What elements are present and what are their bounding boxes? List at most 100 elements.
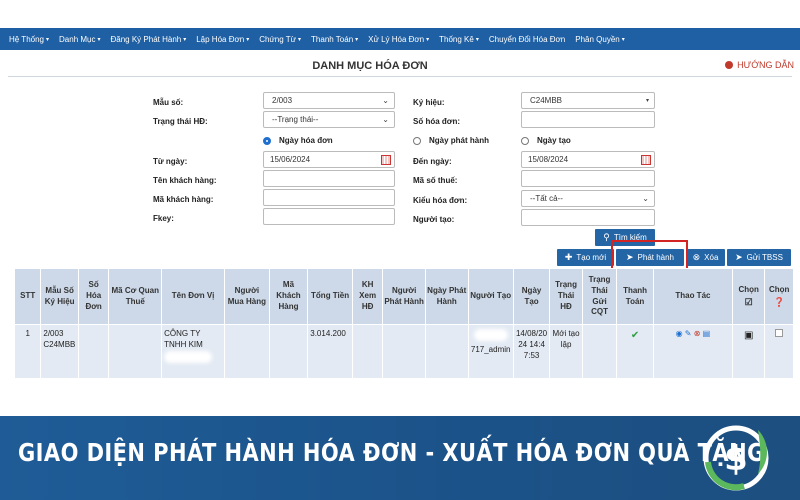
caret-down-icon: ▾ (645, 98, 649, 104)
tu-ngay-input[interactable]: 15/06/2024 (263, 151, 395, 168)
ky-hieu-label: Ký hiệu: (413, 98, 445, 107)
cell-thao-tac: ◉ ✎ ⊗ ▤ (652, 324, 733, 379)
mau-so-select[interactable]: 2/003 ⌄ (263, 92, 395, 109)
fkey-input[interactable] (263, 208, 395, 225)
menu-label: Phân Quyền (575, 34, 620, 44)
trang-thai-label: Trạng thái HĐ: (153, 117, 208, 126)
col-so-hoa-don: Số Hóa Đơn (77, 268, 110, 325)
footer-banner: GIAO DIỆN PHÁT HÀNH HÓA ĐƠN - XUẤT HÓA Đ… (0, 416, 800, 500)
delete-icon[interactable]: ⊗ (694, 329, 701, 338)
view-icon[interactable]: ◉ (676, 329, 683, 338)
check-icon: ✔ (616, 324, 654, 379)
menu-label: Hệ Thống (9, 34, 44, 44)
mau-so-value: 2/003 (272, 96, 293, 105)
calendar-icon[interactable] (641, 155, 651, 165)
trang-thai-select[interactable]: --Trạng thái-- ⌄ (263, 111, 395, 128)
radio-label: Ngày tạo (537, 136, 571, 145)
cell-mau-so: 2/003 C24MBB (40, 324, 79, 379)
menu-dang-ky-phat-hanh[interactable]: Đăng Ký Phát Hành ▾ (106, 35, 192, 44)
so-hoa-don-input[interactable] (521, 111, 655, 128)
radio-ngay-hoa-don[interactable]: Ngày hóa đơn (263, 136, 333, 145)
table-row[interactable]: 1 2/003 C24MBB CÔNG TY TNHH KIM 3.014.20… (13, 324, 794, 379)
caret-down-icon: ▾ (475, 36, 479, 43)
caret-down-icon: ▾ (298, 36, 302, 43)
col-label: Chọn (769, 285, 790, 295)
col-ngay-tao: Ngày Tạo (512, 268, 551, 325)
cell-nguoi-phat-hanh (382, 324, 426, 379)
col-nguoi-mua-hang: Người Mua Hàng (224, 268, 270, 325)
invoice-table: STT Mẫu Số Ký Hiệu Số Hóa Đơn Mã Cơ Quan… (13, 268, 794, 379)
checkbox-icon[interactable]: ☑ (734, 296, 763, 308)
banner-title: GIAO DIỆN PHÁT HÀNH HÓA ĐƠN - XUẤT HÓA Đ… (18, 438, 765, 467)
cell-text: CÔNG TY TNHH KIM (164, 329, 203, 349)
button-label: Tạo mới (576, 253, 607, 262)
ky-hieu-value: C24MBB (530, 96, 563, 105)
help-icon[interactable]: ❓ (766, 296, 792, 308)
tao-moi-button[interactable]: ✚ Tạo mới (557, 249, 614, 266)
menu-lap-hoa-don[interactable]: Lập Hóa Đơn ▾ (191, 35, 254, 44)
caret-down-icon: ▾ (46, 36, 50, 43)
menu-chung-tu[interactable]: Chứng Từ ▾ (254, 35, 306, 44)
menu-phan-quyen[interactable]: Phân Quyền ▾ (570, 35, 630, 44)
clipboard-icon[interactable]: ▣ (744, 330, 753, 341)
help-link[interactable]: HƯỚNG DẪN (725, 60, 794, 70)
col-chon-2: Chọn ❓ (764, 268, 794, 325)
tu-ngay-label: Từ ngày: (153, 157, 188, 166)
so-hoa-don-label: Số hóa đơn: (413, 117, 461, 126)
divider (8, 76, 792, 77)
help-label: HƯỚNG DẪN (737, 60, 794, 70)
ma-khach-hang-label: Mã khách hàng: (153, 195, 214, 204)
menu-label: Chuyển Đổi Hóa Đơn (488, 34, 566, 44)
ky-hieu-select[interactable]: C24MBB ▾ (521, 92, 655, 109)
dollar-logo-icon: $ (703, 425, 769, 491)
cell-trang-thai-gui-cqt (581, 324, 618, 379)
xoa-button[interactable]: ⊗ Xóa (686, 249, 725, 266)
menu-chuyen-doi-hoa-don[interactable]: Chuyển Đổi Hóa Đơn (484, 35, 570, 44)
button-label: Xóa (704, 253, 719, 262)
col-ten-don-vi: Tên Đơn Vị (161, 268, 226, 325)
delete-circle-icon: ⊗ (692, 252, 701, 262)
col-trang-thai-hd: Trạng Thái HĐ (549, 268, 583, 325)
nguoi-tao-input[interactable] (521, 209, 655, 226)
den-ngay-label: Đến ngày: (413, 157, 452, 166)
ma-so-thue-input[interactable] (521, 170, 655, 187)
tu-ngay-value: 15/06/2024 (270, 155, 311, 164)
col-kh-xem-hd: KH Xem HĐ (351, 268, 384, 325)
menu-danh-muc[interactable]: Danh Mục ▾ (54, 35, 105, 44)
cell-chon-1: ▣ (731, 324, 766, 379)
radio-ngay-phat-hanh[interactable]: Ngày phát hành (413, 136, 489, 145)
radio-ngay-tao[interactable]: Ngày tạo (521, 136, 571, 145)
den-ngay-input[interactable]: 15/08/2024 (521, 151, 655, 168)
row-checkbox[interactable] (775, 329, 784, 337)
menu-label: Lập Hóa Đơn (196, 34, 245, 44)
mau-so-label: Mẫu số: (153, 98, 184, 107)
fkey-label: Fkey: (153, 214, 174, 223)
kieu-hoa-don-select[interactable]: --Tất cả-- ⌄ (521, 190, 655, 207)
caret-down-icon: ▾ (355, 36, 359, 43)
menu-he-thong[interactable]: Hệ Thống ▾ (4, 35, 54, 44)
gui-tbss-button[interactable]: ➤ Gửi TBSS (727, 249, 791, 266)
cell-tong-tien: 3.014.200 (307, 324, 353, 379)
ten-khach-hang-input[interactable] (263, 170, 395, 187)
page-title: DANH MỤC HÓA ĐƠN (312, 60, 428, 72)
chevron-down-icon: ⌄ (382, 115, 389, 124)
document-icon[interactable]: ▤ (703, 329, 711, 338)
edit-icon[interactable]: ✎ (685, 329, 692, 338)
menu-xu-ly-hoa-don[interactable]: Xử Lý Hóa Đơn ▾ (363, 35, 434, 44)
search-icon: ⚲ (603, 232, 610, 242)
menu-thong-ke[interactable]: Thống Kê ▾ (434, 35, 484, 44)
button-label: Gửi TBSS (746, 253, 783, 262)
kieu-hoa-don-label: Kiểu hóa đơn: (413, 196, 468, 205)
menu-label: Thanh Toán (311, 34, 354, 44)
col-chon-1: Chọn ☑ (731, 268, 766, 325)
radio-checked-icon (263, 136, 271, 145)
kieu-hoa-don-value: --Tất cả-- (530, 194, 563, 203)
radio-unchecked-icon (413, 136, 421, 145)
caret-down-icon: ▾ (97, 36, 101, 43)
ma-so-thue-label: Mã số thuế: (413, 176, 458, 185)
ma-khach-hang-input[interactable] (263, 189, 395, 206)
menu-thanh-toan[interactable]: Thanh Toán ▾ (306, 35, 363, 44)
cell-ten-don-vi: CÔNG TY TNHH KIM (161, 324, 226, 379)
calendar-icon[interactable] (381, 155, 391, 165)
cell-kh-xem-hd (351, 324, 384, 379)
